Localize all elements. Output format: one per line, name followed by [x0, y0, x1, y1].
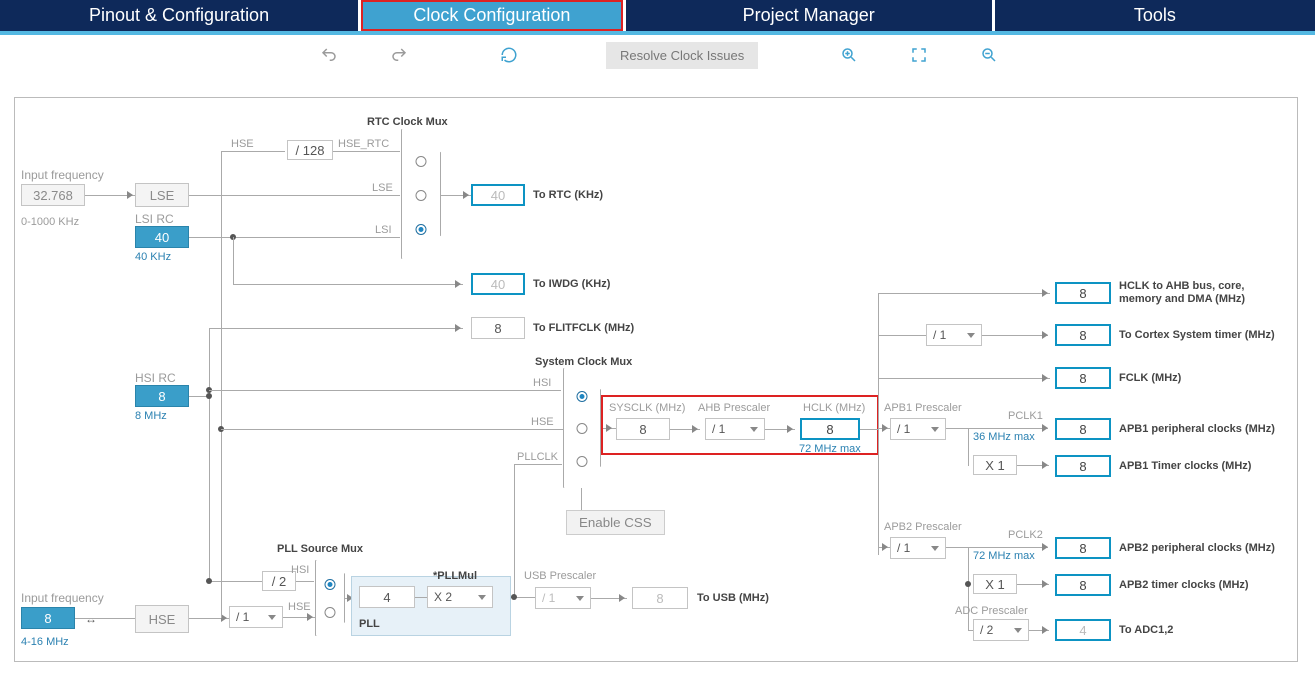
lse-freq-value[interactable]: 32.768: [21, 184, 85, 206]
out-adc-val: 4: [1055, 619, 1111, 641]
out-systick-val: 8: [1055, 324, 1111, 346]
bi-arrow-icon: ↔: [85, 612, 97, 626]
label-lse-range: 0-1000 KHz: [21, 216, 79, 228]
resolve-clock-issues-button[interactable]: Resolve Clock Issues: [606, 42, 758, 69]
apb1-prescaler-select[interactable]: / 1: [890, 418, 946, 440]
label-sysmux-hsi: HSI: [533, 377, 551, 389]
label-hse-range: 4-16 MHz: [21, 636, 69, 648]
enable-css-button[interactable]: Enable CSS: [566, 510, 665, 535]
label-usb-out: To USB (MHz): [697, 592, 769, 604]
out-apb2-periph-val: 8: [1055, 537, 1111, 559]
label-hse-rtc: HSE_RTC: [338, 138, 389, 150]
label-out-apb1-periph: APB1 peripheral clocks (MHz): [1119, 423, 1275, 435]
label-rtc-out: To RTC (KHz): [533, 189, 603, 201]
system-clock-mux[interactable]: [563, 368, 601, 488]
label-pclk2: PCLK2: [1008, 529, 1043, 541]
zoom-in-icon[interactable]: [840, 46, 858, 64]
out-hclk-ahb-val: 8: [1055, 282, 1111, 304]
out-apb1-timer-val: 8: [1055, 455, 1111, 477]
label-hclk: HCLK (MHz): [803, 402, 865, 414]
label-input-freq-hse: Input frequency: [21, 591, 104, 605]
label-sysclk-mux-title: System Clock Mux: [535, 356, 632, 368]
usb-out-val: 8: [632, 587, 688, 609]
label-sysmux-hse: HSE: [531, 416, 554, 428]
label-hsi-rc: HSI RC: [135, 371, 176, 385]
redo-icon[interactable]: [390, 46, 408, 64]
hse-prescaler-val: / 1: [236, 610, 249, 624]
label-pllmul: *PLLMul: [433, 570, 477, 582]
label-lsi-rc: LSI RC: [135, 212, 174, 226]
apb2-prescaler-select[interactable]: / 1: [890, 537, 946, 559]
usb-prescaler-select[interactable]: / 1: [535, 587, 591, 609]
flitf-out-value: 8: [471, 317, 525, 339]
pllmul-select[interactable]: X 2: [427, 586, 493, 608]
label-pll-hse: HSE: [288, 601, 311, 613]
hse-block[interactable]: HSE: [135, 605, 189, 633]
label-pll-hsi: HSI: [291, 564, 309, 576]
undo-icon[interactable]: [320, 46, 338, 64]
sysclk-value[interactable]: 8: [616, 418, 670, 440]
label-lsi-unit: 40 KHz: [135, 251, 171, 263]
out-fclk-val: 8: [1055, 367, 1111, 389]
hsi-rc-value[interactable]: 8: [135, 385, 189, 407]
label-iwdg-out: To IWDG (KHz): [533, 278, 610, 290]
label-pll-name: PLL: [359, 618, 380, 630]
label-sysmux-pllclk: PLLCLK: [517, 451, 558, 463]
systick-prescaler-select[interactable]: / 1: [926, 324, 982, 346]
label-hsi-unit: 8 MHz: [135, 410, 167, 422]
label-out-fclk: FCLK (MHz): [1119, 372, 1181, 384]
label-rtc-hse: HSE: [231, 138, 254, 150]
adc-prescaler-select[interactable]: / 2: [973, 619, 1029, 641]
out-apb2-timer-val: 8: [1055, 574, 1111, 596]
tab-project-manager[interactable]: Project Manager: [626, 0, 992, 31]
label-pclk1: PCLK1: [1008, 410, 1043, 422]
tab-tools[interactable]: Tools: [995, 0, 1315, 31]
rtc-hse-div128[interactable]: / 128: [287, 140, 333, 160]
label-out-apb1-timer: APB1 Timer clocks (MHz): [1119, 460, 1251, 472]
label-rtc-lsi: LSI: [375, 224, 392, 236]
zoom-out-icon[interactable]: [980, 46, 998, 64]
label-rtc-mux-title: RTC Clock Mux: [367, 116, 448, 128]
label-out-adc: To ADC1,2: [1119, 624, 1173, 636]
lse-block[interactable]: LSE: [135, 183, 189, 207]
lsi-rc-value[interactable]: 40: [135, 226, 189, 248]
hse-freq-value[interactable]: 8: [21, 607, 75, 629]
label-out-apb2-timer: APB2 timer clocks (MHz): [1119, 579, 1249, 591]
out-apb1-periph-val: 8: [1055, 418, 1111, 440]
iwdg-out-value: 40: [471, 273, 525, 295]
hclk-value[interactable]: 8: [800, 418, 860, 440]
pll-val[interactable]: 4: [359, 586, 415, 608]
label-apb2-prescaler: APB2 Prescaler: [884, 521, 962, 533]
label-pll-src-mux: PLL Source Mux: [277, 543, 363, 555]
rtc-out-value: 40: [471, 184, 525, 206]
apb2-timer-mul: X 1: [973, 574, 1017, 594]
tab-clock-config[interactable]: Clock Configuration: [361, 0, 623, 31]
label-usb-prescaler: USB Prescaler: [524, 570, 596, 582]
label-adc-prescaler: ADC Prescaler: [955, 605, 1028, 617]
label-flitf-out: To FLITFCLK (MHz): [533, 322, 634, 334]
label-out-hclk-ahb: HCLK to AHB bus, core, memory and DMA (M…: [1119, 280, 1289, 306]
label-rtc-lse: LSE: [372, 182, 393, 194]
label-input-freq-lse: Input frequency: [21, 168, 104, 182]
label-pclk2-note: 72 MHz max: [973, 550, 1035, 562]
label-hclk-note: 72 MHz max: [799, 443, 861, 455]
label-ahb-prescaler: AHB Prescaler: [698, 402, 770, 414]
hse-prescaler-select[interactable]: / 1: [229, 606, 283, 628]
label-out-systick: To Cortex System timer (MHz): [1119, 329, 1275, 341]
ahb-prescaler-select[interactable]: / 1: [705, 418, 765, 440]
label-out-apb2-periph: APB2 peripheral clocks (MHz): [1119, 542, 1275, 554]
pll-source-mux[interactable]: [315, 560, 345, 636]
label-apb1-prescaler: APB1 Prescaler: [884, 402, 962, 414]
label-sysclk: SYSCLK (MHz): [609, 402, 685, 414]
rtc-clock-mux[interactable]: [401, 129, 441, 259]
label-pclk1-note: 36 MHz max: [973, 431, 1035, 443]
apb1-timer-mul: X 1: [973, 455, 1017, 475]
refresh-icon[interactable]: [500, 46, 518, 64]
fit-screen-icon[interactable]: [910, 46, 928, 64]
tab-pinout[interactable]: Pinout & Configuration: [0, 0, 358, 31]
